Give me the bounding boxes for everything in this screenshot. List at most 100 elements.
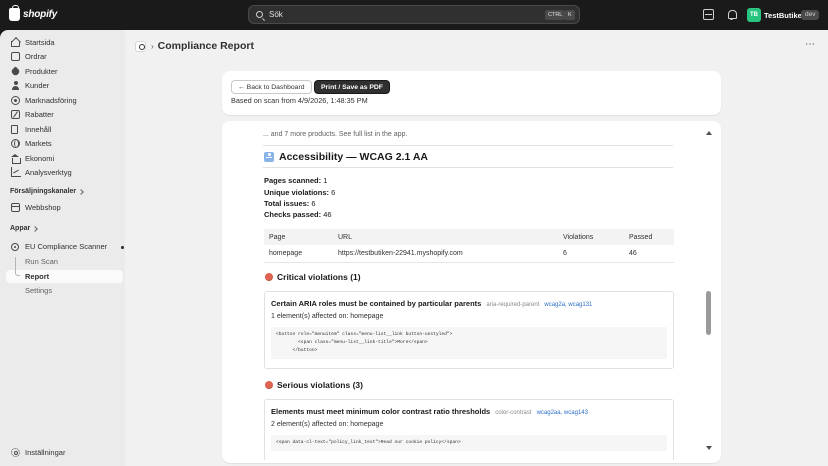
sales-channels-label: Försäljningskanaler <box>10 188 77 195</box>
target-icon <box>11 96 20 105</box>
stat-unique-violations: Unique violations: 6 <box>264 188 335 197</box>
sidebar-item-marketing[interactable]: Marknadsföring <box>6 94 123 107</box>
active-dot-icon <box>121 246 124 249</box>
sidebar-item-products[interactable]: Produkter <box>6 65 123 78</box>
sidebar-item-markets[interactable]: Markets <box>6 137 123 150</box>
stat-value: 1 <box>323 176 328 185</box>
chevron-right-icon <box>78 188 84 195</box>
violation-affected: 2 element(s) affected on: homepage <box>271 421 384 428</box>
stat-value: 46 <box>323 210 332 219</box>
sidebar-item-label: EU Compliance Scanner <box>25 242 108 251</box>
violation-title-text: Certain ARIA roles must be contained by … <box>271 299 482 308</box>
store-avatar[interactable]: TB <box>747 8 761 22</box>
globe-icon <box>11 139 20 148</box>
sidebar-item-label: Ordrar <box>25 52 47 61</box>
accessibility-heading: Accessibility — WCAG 2.1 AA <box>264 151 428 163</box>
sidebar-item-label: Innehåll <box>25 125 52 134</box>
stat-label: Checks passed: <box>264 210 322 219</box>
red-circle-icon <box>265 273 273 281</box>
sidebar-subitem-run-scan[interactable]: Run Scan <box>6 255 123 268</box>
content-icon <box>11 125 18 134</box>
violation-title: Elements must meet minimum color contras… <box>271 407 588 416</box>
sidebar-subitem-settings[interactable]: Settings <box>6 284 123 297</box>
sidebar-item-label: Markets <box>25 139 52 148</box>
sidebar-subitem-report[interactable]: Report <box>6 270 123 283</box>
sidebar-item-finance[interactable]: Ekonomi <box>6 152 123 165</box>
shopping-bag-icon <box>9 5 20 21</box>
page-title: Compliance Report <box>157 40 254 52</box>
sidebar-item-settings[interactable]: Inställningar <box>6 446 123 459</box>
sidebar-item-label: Rabatter <box>25 110 54 119</box>
scrollbar-thumb[interactable] <box>706 291 711 335</box>
stat-total-issues: Total issues: 6 <box>264 199 316 208</box>
sidebar-item-eu-compliance-scanner[interactable]: EU Compliance Scanner <box>6 240 124 253</box>
sidebar-item-label: Webbshop <box>25 203 61 212</box>
violation-title: Certain ARIA roles must be contained by … <box>271 299 592 308</box>
sidebar-item-home[interactable]: Startsida <box>6 36 123 49</box>
search-placeholder: Sök <box>269 10 283 19</box>
table-header-row: Page URL Violations Passed <box>264 229 674 245</box>
apps-heading[interactable]: Appar <box>10 225 39 232</box>
severity-title: Serious violations (3) <box>277 380 363 390</box>
tag-icon <box>10 66 21 77</box>
sidebar-item-orders[interactable]: Ordrar <box>6 50 123 63</box>
home-icon <box>11 41 20 47</box>
sidebar-item-label: Run Scan <box>25 257 58 266</box>
sidebar-item-label: Settings <box>25 286 53 295</box>
violation-title-text: Elements must meet minimum color contras… <box>271 407 491 416</box>
sidebar-item-analytics[interactable]: Analysverktyg <box>6 166 123 179</box>
report-scroll-area[interactable]: ... and 7 more products. See full list i… <box>230 125 711 460</box>
violation-affected: 1 element(s) affected on: homepage <box>271 313 384 320</box>
sidebar-item-label: Ekonomi <box>25 154 55 163</box>
chevron-right-icon <box>32 225 39 232</box>
column-header: URL <box>333 229 558 245</box>
sidebar-item-discounts[interactable]: Rabatter <box>6 108 123 121</box>
divider <box>263 145 673 146</box>
more-actions-icon[interactable]: ⋯ <box>805 39 816 50</box>
shopify-logo[interactable]: shopify <box>9 5 57 21</box>
sidebar-item-customers[interactable]: Kunder <box>6 79 123 92</box>
critical-violations-heading: Critical violations (1) <box>265 272 361 282</box>
scroll-up-arrow-icon[interactable] <box>706 131 712 135</box>
sales-channels-heading[interactable]: Försäljningskanaler <box>10 188 84 195</box>
sidebar-item-webshop[interactable]: Webbshop <box>6 201 123 214</box>
violation-card-serious: Elements must meet minimum color contras… <box>264 399 674 460</box>
scroll-down-arrow-icon[interactable] <box>706 446 712 450</box>
sidebar-item-label: Inställningar <box>25 448 66 457</box>
sidebar-item-label: Startsida <box>25 38 55 47</box>
storefront-icon <box>11 203 20 212</box>
top-bar: shopify Sök CTRL K TB TestButiken dev <box>0 0 828 30</box>
sidebar-item-label: Kunder <box>25 81 50 90</box>
pages-table: Page URL Violations Passed homepage http… <box>264 229 674 263</box>
app-icon[interactable] <box>135 40 146 52</box>
more-products-note: ... and 7 more products. See full list i… <box>263 131 408 138</box>
back-to-dashboard-button[interactable]: ← Back to Dashboard <box>231 80 312 94</box>
search-bar[interactable]: Sök CTRL K <box>248 5 580 24</box>
column-header: Page <box>264 229 333 245</box>
dev-badge: dev <box>801 10 820 20</box>
table-cell: 46 <box>624 245 674 263</box>
tree-elbow <box>15 270 20 276</box>
apps-label: Appar <box>10 225 31 232</box>
violation-wcag-tags[interactable]: wcag2a, wcag131 <box>544 302 592 308</box>
column-header: Violations <box>558 229 624 245</box>
report-card: ... and 7 more products. See full list i… <box>222 121 721 463</box>
column-header: Passed <box>624 229 674 245</box>
store-icon[interactable] <box>703 9 714 20</box>
sidebar-item-content[interactable]: Innehåll <box>6 123 123 136</box>
sidebar-item-label: Analysverktyg <box>25 168 72 177</box>
discount-icon <box>11 110 20 119</box>
violation-wcag-tags[interactable]: wcag2aa, wcag143 <box>537 410 588 416</box>
print-save-pdf-button[interactable]: Print / Save as PDF <box>314 80 390 94</box>
bell-icon[interactable] <box>726 9 737 20</box>
serious-violations-heading: Serious violations (3) <box>265 380 363 390</box>
severity-title: Critical violations (1) <box>277 272 361 282</box>
person-icon <box>11 81 20 90</box>
violation-rule-id: aria-required-parent <box>486 302 540 308</box>
shortcut-ctrl: CTRL <box>545 10 566 20</box>
report-scrollbar[interactable] <box>705 127 714 453</box>
violation-code-snippet: <span data-cl-text="policy_link_text">Re… <box>271 435 667 451</box>
sidebar-item-label: Produkter <box>25 67 58 76</box>
red-circle-icon <box>265 381 273 389</box>
chart-icon <box>11 167 21 177</box>
